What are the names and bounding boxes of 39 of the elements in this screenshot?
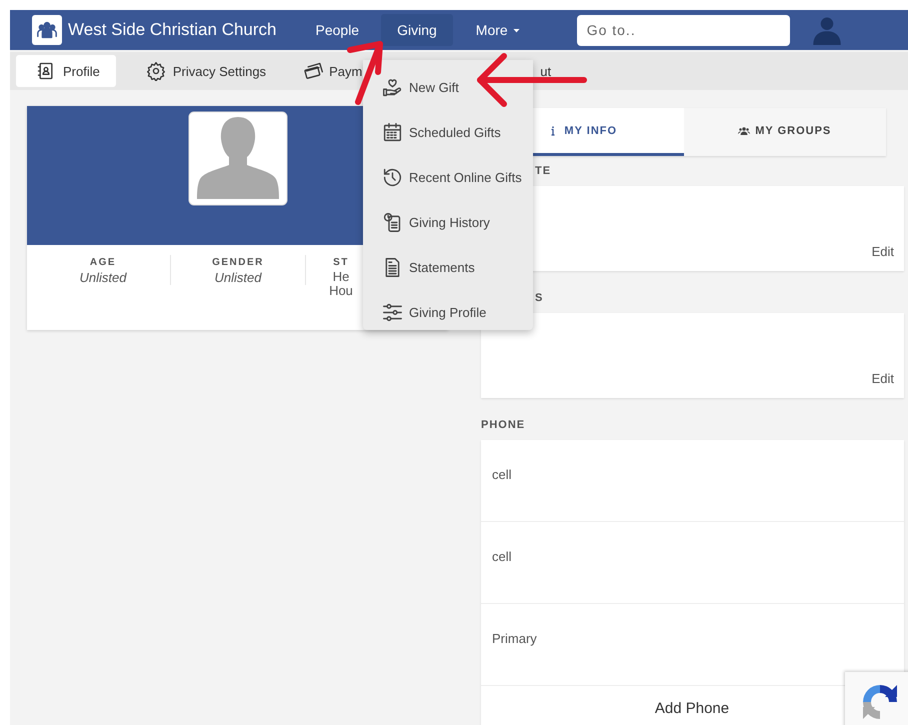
subnav-tab[interactable]: Paym — [290, 55, 362, 87]
stat-label: ST — [332, 257, 350, 268]
sliders-icon — [382, 302, 403, 323]
nav-link[interactable]: People — [302, 14, 372, 46]
receipt-clock-icon — [382, 212, 403, 233]
stat-label: GENDER — [211, 257, 265, 268]
phone-type: Primary — [492, 631, 537, 646]
stat-value: Unlisted — [78, 270, 128, 285]
search-field[interactable]: Go to.. — [576, 14, 790, 46]
phone-type: cell — [492, 549, 512, 564]
cards-icon — [304, 61, 324, 81]
nav-link[interactable]: Giving — [381, 14, 453, 46]
hand-heart-icon — [382, 77, 403, 98]
group-icon — [738, 124, 750, 136]
menu-item[interactable]: Giving Profile — [363, 290, 533, 335]
edit-link[interactable]: Edit — [872, 244, 894, 259]
calendar-icon — [382, 122, 403, 143]
section-label: PHONE — [481, 419, 526, 433]
menu-item[interactable]: Recent Online Gifts — [363, 155, 533, 200]
phone-type: cell — [492, 467, 512, 482]
brand-title[interactable]: West Side Christian Church — [68, 20, 276, 40]
people-icon — [36, 19, 58, 41]
stat-value: Unlisted — [214, 270, 263, 285]
menu-item[interactable]: Giving History — [363, 200, 533, 245]
menu-item[interactable]: New Gift — [363, 65, 533, 110]
stat-label: AGE — [88, 257, 118, 268]
edit-link[interactable]: Edit — [872, 371, 894, 386]
subnav-tab[interactable]: Privacy Settings — [126, 55, 280, 87]
logo-icon[interactable] — [32, 15, 62, 45]
section-label: TE — [535, 165, 552, 179]
settings-icon — [146, 61, 166, 81]
stat-value: He Hou — [328, 270, 354, 298]
subnav-tab[interactable]: Profile — [16, 55, 116, 87]
menu-item[interactable]: Statements — [363, 245, 533, 290]
section-label: S — [535, 292, 544, 306]
nav-link[interactable]: More — [462, 14, 534, 46]
tab[interactable]: MY GROUPS — [684, 108, 886, 156]
subnav-tab[interactable]: ut — [540, 55, 566, 87]
history-icon — [382, 167, 403, 188]
